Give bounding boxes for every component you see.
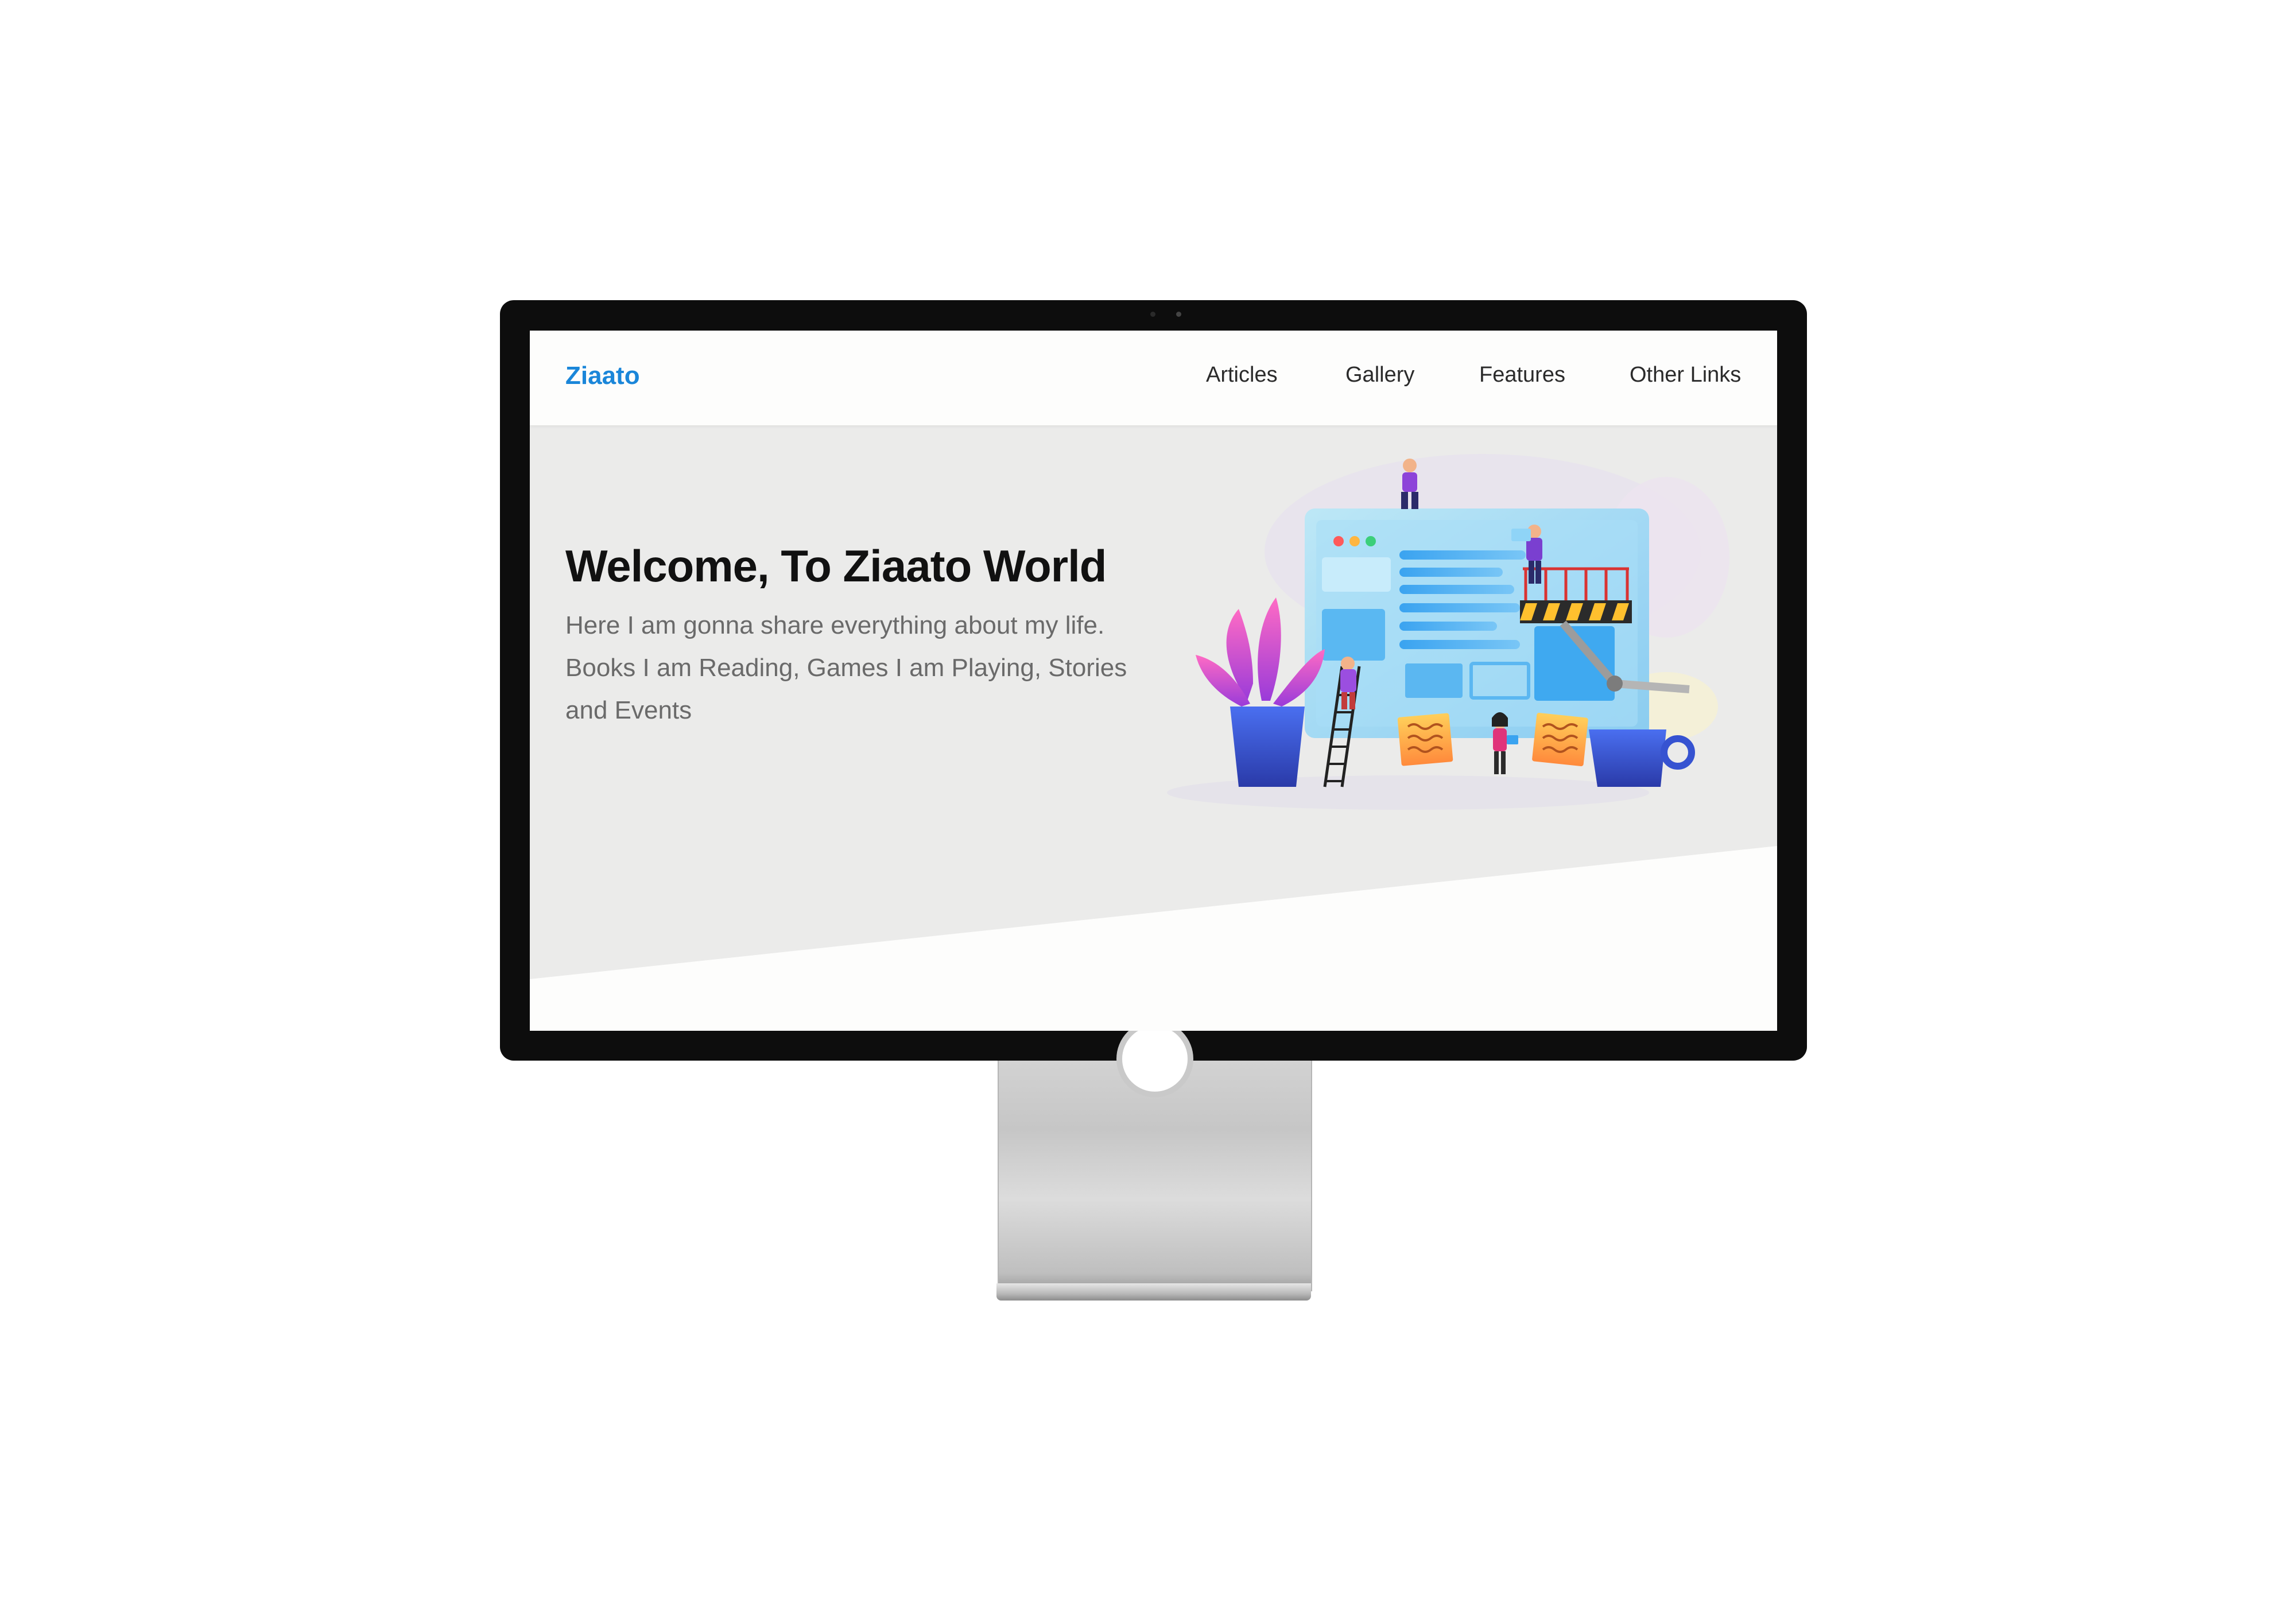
- coffee-mug: [1589, 729, 1695, 787]
- camera-lens: [1176, 312, 1181, 317]
- hero-section: Welcome, To Ziaato World Here I am gonna…: [530, 425, 1777, 1031]
- top-navbar: Ziaato Articles Gallery Features Other L…: [530, 331, 1777, 425]
- hero-title: Welcome, To Ziaato World: [565, 541, 1107, 591]
- nav-articles[interactable]: Articles: [1206, 363, 1278, 387]
- sticky-note-2: [1532, 712, 1588, 767]
- brand-logo[interactable]: Ziaato: [565, 362, 640, 390]
- monitor-screen: Ziaato Articles Gallery Features Other L…: [530, 331, 1777, 1031]
- nav-features[interactable]: Features: [1479, 363, 1565, 387]
- nav-other-links[interactable]: Other Links: [1630, 363, 1741, 387]
- monitor-stand-foot: [996, 1283, 1311, 1301]
- monitor-stand: [998, 1020, 1312, 1291]
- nav-gallery[interactable]: Gallery: [1345, 363, 1414, 387]
- camera-sensor: [1150, 312, 1155, 317]
- website-builders-illustration: [1167, 454, 1729, 810]
- hero-description: Here I am gonna share everything about m…: [565, 611, 1127, 724]
- sticky-note-1: [1397, 713, 1453, 766]
- stand-cable-hole: [1116, 1020, 1193, 1097]
